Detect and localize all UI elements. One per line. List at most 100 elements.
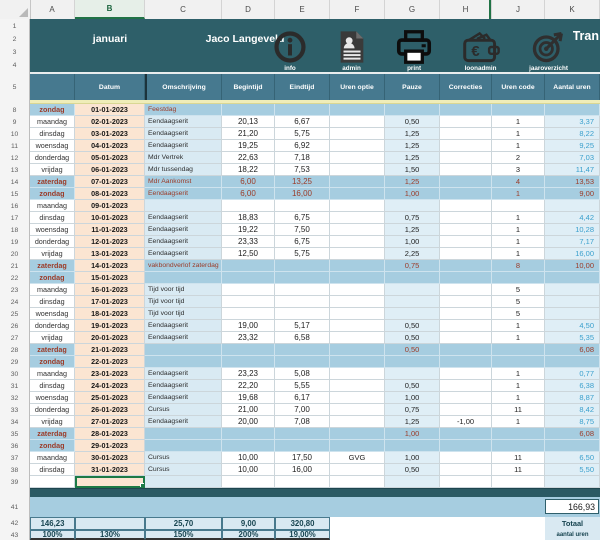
- cell-date[interactable]: 13-01-2023: [75, 248, 145, 260]
- cell-end[interactable]: 7,50: [275, 224, 330, 236]
- cell-day[interactable]: donderdag: [30, 152, 75, 164]
- cell-aantal[interactable]: [545, 104, 600, 116]
- cell-begin[interactable]: 10,00: [222, 452, 275, 464]
- cell-code[interactable]: 1: [492, 128, 545, 140]
- cell-date[interactable]: 07-01-2023: [75, 176, 145, 188]
- cell-aantal[interactable]: 5,35: [545, 332, 600, 344]
- cell-code[interactable]: 4: [492, 176, 545, 188]
- cell-pauze[interactable]: 0,50: [385, 464, 440, 476]
- cell-begin[interactable]: [222, 440, 275, 452]
- cell-date[interactable]: [75, 476, 145, 488]
- cell-begin[interactable]: 18,83: [222, 212, 275, 224]
- cell-end[interactable]: 6,17: [275, 392, 330, 404]
- cell-pauze[interactable]: 1,25: [385, 128, 440, 140]
- cell-pauze[interactable]: 1,25: [385, 416, 440, 428]
- cell-code[interactable]: 1: [492, 332, 545, 344]
- cell-date[interactable]: 12-01-2023: [75, 236, 145, 248]
- cell-day[interactable]: woensdag: [30, 224, 75, 236]
- cell-desc[interactable]: Eendaagserit: [145, 332, 222, 344]
- cell-corr[interactable]: [440, 380, 492, 392]
- cell-code[interactable]: 1: [492, 368, 545, 380]
- cell-code[interactable]: [492, 476, 545, 488]
- cell-end[interactable]: 7,18: [275, 152, 330, 164]
- cell-pauze[interactable]: [385, 440, 440, 452]
- select-all-corner[interactable]: [0, 0, 31, 19]
- cell-begin[interactable]: [222, 200, 275, 212]
- cell-date[interactable]: 21-01-2023: [75, 344, 145, 356]
- cell-code[interactable]: 11: [492, 404, 545, 416]
- header-eindtijd[interactable]: Eindtijd: [275, 74, 330, 100]
- cell-begin[interactable]: 22,63: [222, 152, 275, 164]
- cell-corr[interactable]: [440, 176, 492, 188]
- cell-aantal[interactable]: 6,08: [545, 428, 600, 440]
- cell-aantal[interactable]: [545, 200, 600, 212]
- cell-desc[interactable]: Eendaagserit: [145, 320, 222, 332]
- cell-optie[interactable]: [330, 380, 385, 392]
- cell-aantal[interactable]: 8,87: [545, 392, 600, 404]
- cell-day[interactable]: woensdag: [30, 308, 75, 320]
- cell-begin[interactable]: [222, 296, 275, 308]
- column-header-a[interactable]: A: [30, 0, 75, 19]
- cell-aantal[interactable]: 4,42: [545, 212, 600, 224]
- cell-corr[interactable]: [440, 440, 492, 452]
- cell-date[interactable]: 28-01-2023: [75, 428, 145, 440]
- cell-day[interactable]: dinsdag: [30, 380, 75, 392]
- cell-begin[interactable]: [222, 308, 275, 320]
- sum-19[interactable]: 320,80: [275, 517, 330, 530]
- cell-pauze[interactable]: 0,75: [385, 404, 440, 416]
- cell-pauze[interactable]: 0,50: [385, 332, 440, 344]
- cell-end[interactable]: 5,17: [275, 320, 330, 332]
- cell-date[interactable]: 03-01-2023: [75, 128, 145, 140]
- cell-day[interactable]: zaterdag: [30, 260, 75, 272]
- cell-day[interactable]: zaterdag: [30, 428, 75, 440]
- cell-begin[interactable]: [222, 260, 275, 272]
- cell-optie[interactable]: [330, 176, 385, 188]
- cell-day[interactable]: woensdag: [30, 140, 75, 152]
- cell-corr[interactable]: [440, 308, 492, 320]
- cell-day[interactable]: maandag: [30, 116, 75, 128]
- cell-pauze[interactable]: [385, 296, 440, 308]
- cell-day[interactable]: zondag: [30, 440, 75, 452]
- cell-code[interactable]: 5: [492, 308, 545, 320]
- column-header-k[interactable]: K: [545, 0, 600, 19]
- sum-150[interactable]: 25,70: [145, 517, 222, 530]
- cell-end[interactable]: [275, 296, 330, 308]
- sum-100[interactable]: 146,23: [30, 517, 75, 530]
- cell-day[interactable]: dinsdag: [30, 128, 75, 140]
- cell-pauze[interactable]: 1,00: [385, 392, 440, 404]
- cell-optie[interactable]: [330, 164, 385, 176]
- cell-code[interactable]: 11: [492, 452, 545, 464]
- cell-pauze[interactable]: 1,50: [385, 164, 440, 176]
- cell-optie[interactable]: [330, 296, 385, 308]
- cell-date[interactable]: 18-01-2023: [75, 308, 145, 320]
- jaaroverzicht-button[interactable]: jaaroverzicht: [529, 21, 568, 72]
- cell-pauze[interactable]: [385, 272, 440, 284]
- cell-begin[interactable]: 10,00: [222, 464, 275, 476]
- cell-aantal[interactable]: 13,53: [545, 176, 600, 188]
- cell-pauze[interactable]: 0,75: [385, 260, 440, 272]
- cell-date[interactable]: 02-01-2023: [75, 116, 145, 128]
- cell-aantal[interactable]: 8,42: [545, 404, 600, 416]
- cell-corr[interactable]: [440, 272, 492, 284]
- cell-optie[interactable]: [330, 440, 385, 452]
- cell-end[interactable]: [275, 476, 330, 488]
- cell-code[interactable]: 1: [492, 392, 545, 404]
- cell-corr[interactable]: [440, 344, 492, 356]
- cell-corr[interactable]: [440, 320, 492, 332]
- header-spacer[interactable]: [30, 74, 75, 100]
- cell-desc[interactable]: Eendaagserit: [145, 212, 222, 224]
- header-correcties[interactable]: Correcties: [440, 74, 492, 100]
- cell-day[interactable]: dinsdag: [30, 296, 75, 308]
- cell-optie[interactable]: [330, 320, 385, 332]
- cell-day[interactable]: maandag: [30, 368, 75, 380]
- cell-desc[interactable]: Eendaagserit: [145, 236, 222, 248]
- pct-150[interactable]: 150%: [145, 530, 222, 540]
- cell-date[interactable]: 20-01-2023: [75, 332, 145, 344]
- cell-date[interactable]: 09-01-2023: [75, 200, 145, 212]
- cell-day[interactable]: zaterdag: [30, 344, 75, 356]
- cell-aantal[interactable]: 3,37: [545, 116, 600, 128]
- column-header-j[interactable]: J: [492, 0, 545, 19]
- cell-code[interactable]: 5: [492, 296, 545, 308]
- cell-optie[interactable]: [330, 332, 385, 344]
- cell-begin[interactable]: 18,22: [222, 164, 275, 176]
